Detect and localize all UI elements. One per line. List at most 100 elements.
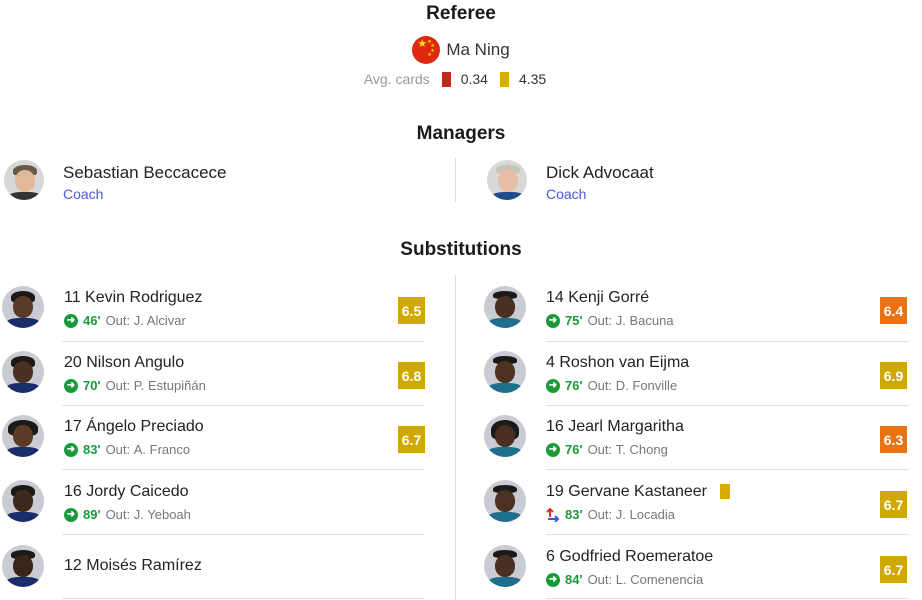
- avg-cards-label: Avg. cards: [363, 71, 430, 87]
- player-name: 4 Roshon van Eijma: [546, 354, 690, 371]
- sub-in-arrow-icon: ➜: [64, 442, 78, 457]
- manager-role: Coach: [546, 186, 587, 202]
- player-avatar: [484, 415, 526, 457]
- player-name: 20 Nilson Angulo: [64, 354, 185, 371]
- player-name-row: 19 Gervane Kastaneer: [546, 483, 730, 501]
- out-label: Out:: [105, 313, 131, 328]
- sub-meta: ➜ 70' Out: P. Estupiñán: [64, 378, 206, 393]
- sub-minute: 76': [565, 378, 583, 393]
- referee-avg-cards: Avg. cards 0.34 4.35: [0, 71, 922, 87]
- player-avatar: [484, 480, 526, 522]
- sub-meta: ➜ 76' Out: T. Chong: [546, 442, 668, 457]
- player-name: 14 Kenji Gorré: [546, 289, 650, 306]
- out-label: Out:: [587, 442, 613, 457]
- player-out: A. Franco: [133, 442, 191, 457]
- substitution-row[interactable]: 12 Moisés Ramírez: [2, 535, 430, 600]
- manager-avatar: [4, 160, 44, 200]
- player-name: 11 Kevin Rodriguez: [64, 289, 203, 306]
- sub-in-arrow-icon: ➜: [64, 507, 78, 522]
- player-rating: 6.3: [880, 426, 907, 453]
- player-rating: 6.5: [398, 297, 425, 324]
- sub-minute: 76': [565, 442, 583, 457]
- sub-meta: ➜ 83' Out: A. Franco: [64, 442, 190, 457]
- sub-in-arrow-icon: ➜: [64, 313, 78, 328]
- out-label: Out:: [105, 378, 131, 393]
- player-name: 19 Gervane Kastaneer: [546, 483, 707, 500]
- sub-in-arrow-icon: ➜: [546, 313, 560, 328]
- substitution-row[interactable]: 16 Jordy Caicedo ➜ 89' Out: J. Yeboah: [2, 470, 430, 535]
- swap-arrows-icon: [546, 507, 560, 522]
- red-card-icon: [441, 71, 451, 87]
- player-avatar: [2, 415, 44, 457]
- manager-role: Coach: [63, 186, 104, 202]
- substitution-row[interactable]: 16 Jearl Margaritha ➜ 76' Out: T. Chong 6.…: [484, 405, 912, 470]
- player-out: J. Yeboah: [133, 507, 191, 522]
- sub-meta: ➜ 75' Out: J. Bacuna: [546, 313, 674, 328]
- sub-in-arrow-icon: ➜: [546, 572, 560, 587]
- sub-in-arrow-icon: ➜: [64, 378, 78, 393]
- player-avatar: [2, 480, 44, 522]
- managers-title: Managers: [416, 123, 506, 144]
- substitution-row[interactable]: 20 Nilson Angulo ➜ 70' Out: P. Estupiñán 6…: [2, 341, 430, 406]
- player-avatar: [484, 545, 526, 587]
- out-label: Out:: [587, 313, 613, 328]
- substitution-row[interactable]: 6 Godfried Roemeratoe ➜ 84' Out: L. Comene…: [484, 535, 912, 600]
- sub-minute: 84': [565, 572, 583, 587]
- out-label: Out:: [105, 507, 131, 522]
- player-rating: 6.9: [880, 362, 907, 389]
- referee-title: Referee: [426, 3, 496, 24]
- sub-in-arrow-icon: ➜: [546, 378, 560, 393]
- player-rating: 6.7: [880, 556, 907, 583]
- manager-avatar: [487, 160, 527, 200]
- sub-minute: 89': [83, 507, 101, 522]
- row-divider: [546, 598, 909, 599]
- sub-minute: 83': [565, 507, 583, 522]
- player-avatar: [2, 351, 44, 393]
- substitutions-title: Substitutions: [400, 239, 522, 260]
- player-rating: 6.4: [880, 297, 907, 324]
- player-avatar: [484, 351, 526, 393]
- substitution-row[interactable]: 4 Roshon van Eijma ➜ 76' Out: D. Fonville …: [484, 341, 912, 406]
- manager-home[interactable]: Sebastian Beccacece Coach: [4, 160, 227, 202]
- player-rating: 6.7: [398, 426, 425, 453]
- player-name: 6 Godfried Roemeratoe: [546, 548, 714, 565]
- sub-meta: ➜ 84' Out: L. Comenencia: [546, 572, 703, 587]
- substitution-row[interactable]: 19 Gervane Kastaneer 83' Out: J. Locadia …: [484, 470, 912, 535]
- substitution-row[interactable]: 14 Kenji Gorré ➜ 75' Out: J. Bacuna 6.4: [484, 276, 912, 341]
- sub-meta: ➜ 46' Out: J. Alcivar: [64, 313, 186, 328]
- player-rating: 6.7: [880, 491, 907, 518]
- substitution-row[interactable]: 11 Kevin Rodriguez ➜ 46' Out: J. Alcivar 6…: [2, 276, 430, 341]
- substitution-row[interactable]: 17 Ángelo Preciado ➜ 83' Out: A. Franco 6.…: [2, 405, 430, 470]
- manager-name: Sebastian Beccacece: [63, 163, 227, 182]
- referee-name: Ma Ning: [446, 40, 510, 59]
- out-label: Out:: [105, 442, 131, 457]
- managers-divider: [455, 158, 456, 202]
- china-flag-icon: ★ ★ ★ ★ ★: [412, 36, 441, 64]
- referee-name-row[interactable]: ★ ★ ★ ★ ★ Ma Ning: [0, 36, 922, 64]
- yellow-card-avg: 4.35: [518, 71, 547, 87]
- player-avatar: [2, 286, 44, 328]
- player-out: J. Bacuna: [615, 313, 674, 328]
- sub-meta: ➜ 89' Out: J. Yeboah: [64, 507, 191, 522]
- yellow-card-icon: [720, 484, 730, 500]
- player-out: J. Alcivar: [133, 313, 186, 328]
- player-name: 16 Jearl Margaritha: [546, 418, 684, 435]
- player-name: 16 Jordy Caicedo: [64, 483, 189, 500]
- sub-meta: 83' Out: J. Locadia: [546, 507, 675, 522]
- red-card-avg: 0.34: [460, 71, 488, 87]
- out-label: Out:: [587, 572, 613, 587]
- player-out: J. Locadia: [615, 507, 676, 522]
- player-avatar: [484, 286, 526, 328]
- manager-away[interactable]: Dick Advocaat Coach: [487, 160, 654, 202]
- player-out: P. Estupiñán: [133, 378, 206, 393]
- sub-minute: 70': [83, 378, 101, 393]
- sub-meta: ➜ 76' Out: D. Fonville: [546, 378, 677, 393]
- sub-in-arrow-icon: ➜: [546, 442, 560, 457]
- out-label: Out:: [587, 378, 613, 393]
- out-label: Out:: [587, 507, 613, 522]
- substitutions-divider: [455, 275, 456, 600]
- sub-minute: 83': [83, 442, 101, 457]
- yellow-card-icon: [499, 71, 509, 87]
- manager-name: Dick Advocaat: [546, 163, 654, 182]
- player-name: 12 Moisés Ramírez: [64, 557, 202, 574]
